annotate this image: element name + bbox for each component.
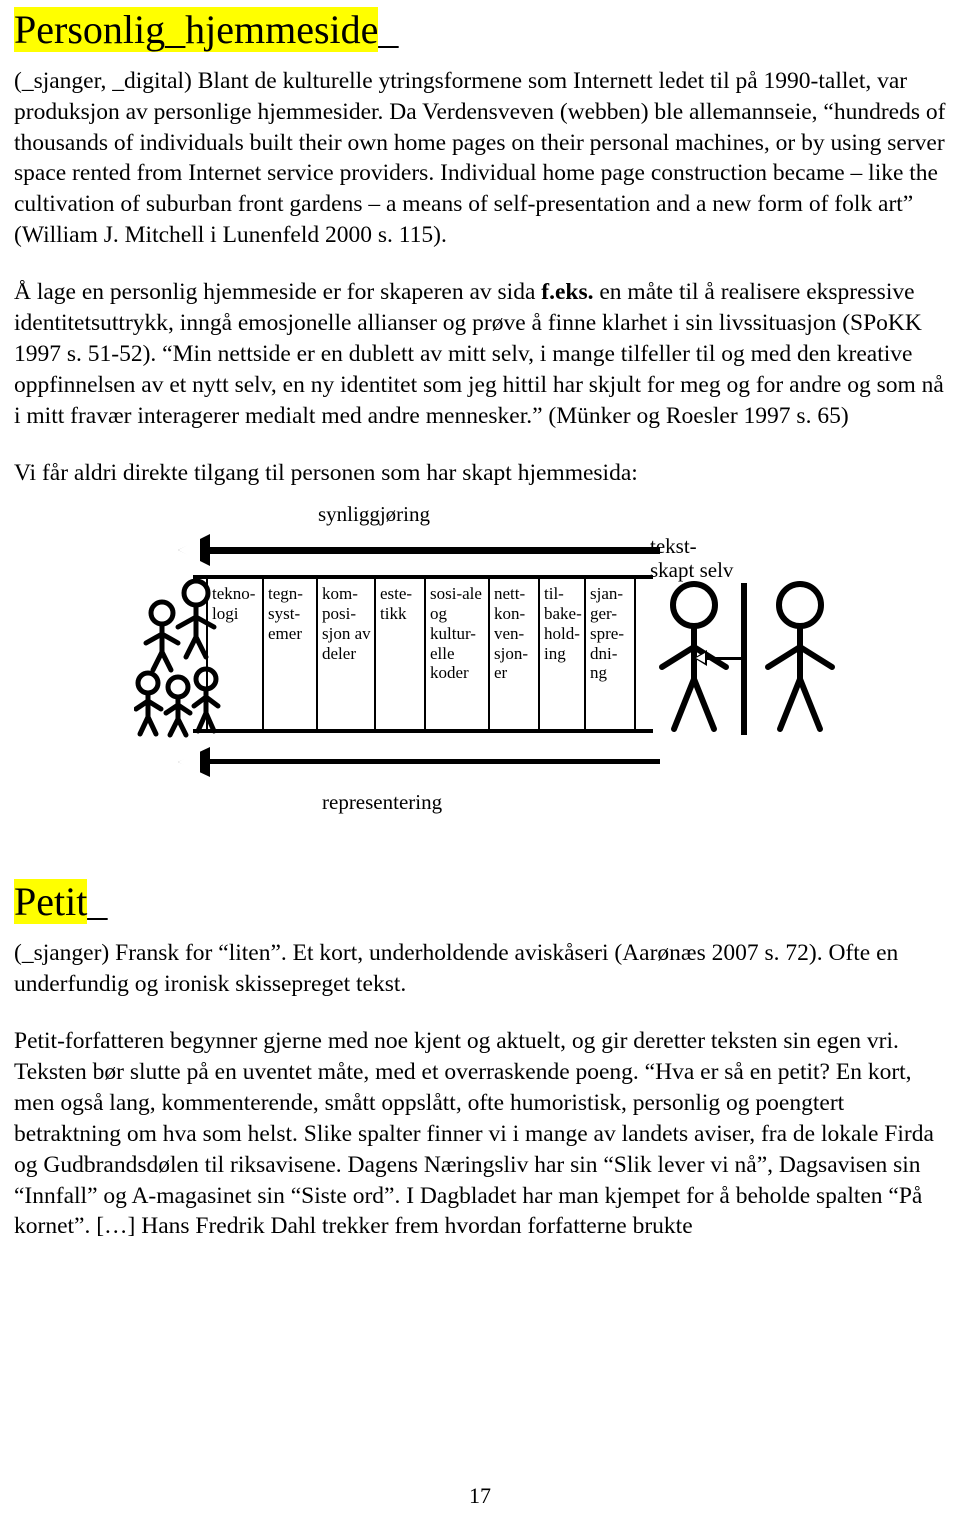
section-heading-2: Petit_ bbox=[14, 879, 946, 925]
diagram-label-representering: representering bbox=[322, 790, 443, 815]
synliggjoring-arrow-shaft bbox=[208, 547, 660, 555]
page-number: 17 bbox=[469, 1483, 491, 1508]
layers-table: tekno-logi tegn-syst-emer kom-posi-sjon … bbox=[193, 575, 653, 734]
inner-arrow-notch bbox=[696, 653, 705, 664]
layer-cell-nettkonvensjoner: nett-kon-ven-sjon-er bbox=[488, 579, 540, 730]
paragraph-intro-to-diagram: Vi får aldri direkte tilgang til persone… bbox=[14, 459, 638, 486]
layer-cell-sosiale-og-kulturelle-koder: sosi-ale og kultur-elle koder bbox=[424, 579, 490, 730]
heading-1-trailing-underscore: _ bbox=[378, 7, 399, 52]
tekstskapt-line-2: skapt selv bbox=[650, 558, 734, 582]
communication-model-diagram: synliggjøring tekno-logi tegn-syst-emer … bbox=[90, 501, 850, 846]
paragraph-bold-feks: f.eks. bbox=[541, 279, 594, 306]
layer-cell-teknologi: tekno-logi bbox=[206, 579, 264, 730]
paragraph-segment-before-bold: Å lage en personlig hjemmeside er for sk… bbox=[14, 279, 542, 306]
layer-cell-tegnsystemer: tegn-syst-emer bbox=[262, 579, 318, 730]
section-heading-2-wrapper: Petit_ bbox=[14, 879, 946, 925]
layer-cell-estetikk: este-tikk bbox=[374, 579, 426, 730]
layer-cell-tilbakeholding: til-bake-hold-ing bbox=[538, 579, 586, 730]
representering-arrow-notch bbox=[178, 750, 200, 775]
layer-cell-komposisjon-av-deler: kom-posi-sjon av deler bbox=[316, 579, 376, 730]
diagram-canvas: synliggjøring tekno-logi tegn-syst-emer … bbox=[90, 501, 850, 846]
diagram-label-tekstskapt-selv: tekst-skapt selv bbox=[650, 535, 733, 582]
synliggjoring-arrow-notch bbox=[178, 538, 200, 563]
section-heading-1: Personlig_hjemmeside_ bbox=[14, 7, 946, 53]
heading-2-trailing-underscore: _ bbox=[87, 879, 108, 925]
heading-2-highlighted-text: Petit bbox=[14, 879, 88, 925]
paragraph-petit-description: Petit-forfatteren begynner gjerne med no… bbox=[14, 1028, 934, 1240]
layer-cell-sjangerspredning: sjan-ger-spre-dni-ng bbox=[584, 579, 636, 730]
diagram-label-synliggjoring: synliggjøring bbox=[318, 502, 431, 527]
tekstskapt-line-1: tekst- bbox=[650, 534, 697, 559]
paragraph-petit-definition: (_sjanger) Fransk for “liten”. Et kort, … bbox=[14, 940, 899, 998]
document-page: Personlig_hjemmeside_ (_sjanger, _digita… bbox=[0, 0, 960, 1523]
section-heading-1-wrapper: Personlig_hjemmeside_ bbox=[14, 0, 946, 53]
author-figure-icon bbox=[765, 581, 835, 733]
paragraph-hjemmeside-funksjon: Å lage en personlig hjemmeside er for sk… bbox=[14, 277, 946, 431]
heading-1-highlighted-text: Personlig_hjemmeside bbox=[14, 7, 379, 52]
inner-arrow-shaft bbox=[704, 657, 744, 661]
paragraph-personlig-hjemmeside-intro: (_sjanger, _digital) Blant de kulturelle… bbox=[14, 67, 946, 249]
stick-figure-author bbox=[760, 581, 840, 737]
representering-arrow-shaft bbox=[208, 759, 660, 765]
